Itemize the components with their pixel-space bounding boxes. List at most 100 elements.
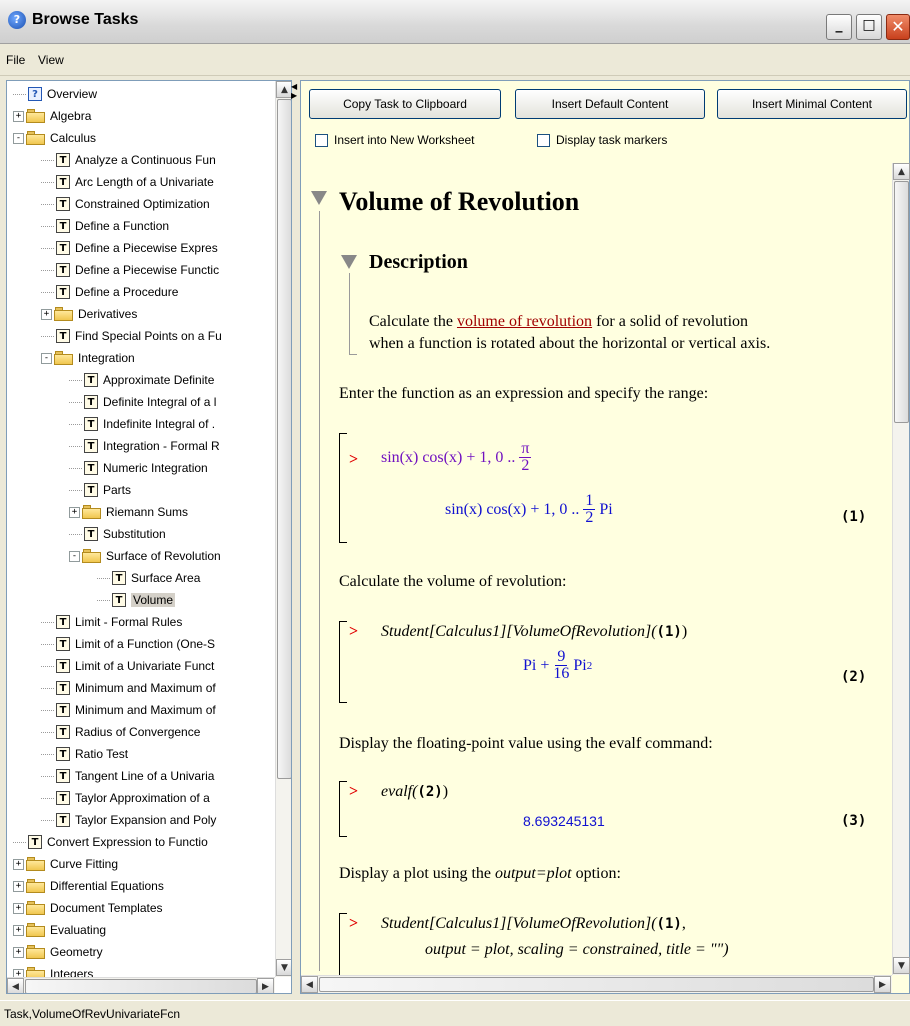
- tree-task-item[interactable]: T Limit of a Function (One-S: [41, 633, 215, 655]
- splitter-collapse-icon[interactable]: ◀ ▶: [291, 82, 300, 102]
- input-3[interactable]: evalf((2)): [381, 783, 448, 801]
- tree-folder-item[interactable]: + Algebra: [13, 105, 91, 127]
- tree-task-item[interactable]: T Analyze a Continuous Fun: [41, 149, 216, 171]
- checkbox-icon[interactable]: [315, 133, 328, 147]
- tree-task-item[interactable]: T Define a Function: [41, 215, 169, 237]
- expand-icon[interactable]: +: [13, 880, 24, 892]
- tree-task-item[interactable]: T Ratio Test: [41, 743, 128, 765]
- checkbox-icon[interactable]: [537, 133, 550, 147]
- tree-task-item[interactable]: T Integration - Formal R: [69, 435, 220, 457]
- worksheet-content[interactable]: Volume of Revolution Description Calcula…: [301, 163, 893, 975]
- insert-new-worksheet-checkbox[interactable]: Insert into New Worksheet: [315, 133, 475, 147]
- input-1[interactable]: sin(x) cos(x) + 1, 0 .. π2: [381, 441, 532, 474]
- tree-task-item[interactable]: T Define a Piecewise Expres: [41, 237, 218, 259]
- description-line-1: Calculate the volume of revolution for a…: [369, 313, 748, 331]
- tree-folder-item[interactable]: + Curve Fitting: [13, 853, 118, 875]
- tree-task-item[interactable]: T Find Special Points on a Fu: [41, 325, 222, 347]
- expand-icon[interactable]: +: [69, 506, 80, 518]
- tree-task-item[interactable]: T Define a Procedure: [41, 281, 178, 303]
- tree-horizontal-scrollbar[interactable]: ◀ ▶: [7, 977, 275, 993]
- worksheet-horizontal-scrollbar[interactable]: ◀ ▶: [301, 975, 892, 993]
- tree-item-label: Document Templates: [50, 901, 163, 915]
- worksheet-scroll-thumb[interactable]: [894, 181, 909, 423]
- tree-task-item[interactable]: T Volume: [97, 589, 176, 611]
- worksheet-hscroll-thumb[interactable]: [319, 977, 874, 992]
- expand-icon[interactable]: +: [13, 110, 24, 122]
- tree-task-item[interactable]: T Parts: [69, 479, 131, 501]
- tree-task-item[interactable]: T Numeric Integration: [69, 457, 208, 479]
- collapse-icon[interactable]: -: [13, 132, 24, 144]
- tree-folder-item[interactable]: + Derivatives: [41, 303, 137, 325]
- menu-bar: File View: [0, 44, 910, 76]
- tree-task-item[interactable]: T Approximate Definite: [69, 369, 214, 391]
- task-tree[interactable]: ? Overview + Algebra - Calculus T Analyze a Con…: [6, 80, 292, 994]
- input-prompt[interactable]: >: [349, 915, 358, 933]
- collapse-icon[interactable]: -: [69, 550, 80, 562]
- scroll-left-icon[interactable]: ◀: [301, 976, 318, 993]
- tree-connector: [41, 159, 54, 161]
- section-collapse-icon[interactable]: [311, 191, 327, 205]
- tree-task-item[interactable]: T Indefinite Integral of .: [69, 413, 215, 435]
- tree-task-item[interactable]: T Minimum and Maximum of: [41, 699, 216, 721]
- tree-task-item[interactable]: T Constrained Optimization: [41, 193, 210, 215]
- scroll-right-icon[interactable]: ▶: [257, 978, 274, 993]
- scroll-down-icon[interactable]: ▼: [893, 957, 910, 974]
- tree-task-item[interactable]: T Radius of Convergence: [41, 721, 200, 743]
- tree-vertical-scrollbar[interactable]: ▲ ▼: [275, 81, 291, 977]
- tree-folder-item[interactable]: - Calculus: [13, 127, 96, 149]
- scroll-left-icon[interactable]: ◀: [7, 978, 24, 993]
- scroll-down-icon[interactable]: ▼: [276, 959, 291, 976]
- collapse-icon[interactable]: -: [41, 352, 52, 364]
- tree-hscroll-thumb[interactable]: [25, 979, 257, 993]
- subsection-rule-foot: [349, 354, 357, 355]
- tree-task-item[interactable]: T Limit of a Univariate Funct: [41, 655, 214, 677]
- expand-icon[interactable]: +: [13, 858, 24, 870]
- tree-folder-item[interactable]: - Integration: [41, 347, 135, 369]
- expand-icon[interactable]: +: [13, 902, 24, 914]
- tree-folder-item[interactable]: + Differential Equations: [13, 875, 164, 897]
- volume-of-revolution-link[interactable]: volume of revolution: [457, 313, 592, 330]
- menu-view[interactable]: View: [38, 53, 64, 67]
- copy-task-button[interactable]: Copy Task to Clipboard: [309, 89, 501, 119]
- input-4[interactable]: Student[Calculus1][VolumeOfRevolution]((…: [381, 915, 686, 933]
- tree-task-item[interactable]: T Convert Expression to Functio: [13, 831, 208, 853]
- display-task-markers-checkbox[interactable]: Display task markers: [537, 133, 667, 147]
- menu-file[interactable]: File: [6, 53, 25, 67]
- title-bar[interactable]: ? Browse Tasks _ □ ✕: [0, 0, 910, 44]
- expand-icon[interactable]: +: [13, 924, 24, 936]
- tree-task-item[interactable]: T Limit - Formal Rules: [41, 611, 182, 633]
- tree-task-item[interactable]: T Surface Area: [97, 567, 200, 589]
- tree-task-item[interactable]: T Taylor Approximation of a: [41, 787, 210, 809]
- insert-minimal-content-button[interactable]: Insert Minimal Content: [717, 89, 907, 119]
- tree-folder-item[interactable]: + Evaluating: [13, 919, 106, 941]
- tree-task-item[interactable]: T Tangent Line of a Univaria: [41, 765, 214, 787]
- tree-task-item[interactable]: T Definite Integral of a l: [69, 391, 216, 413]
- input-prompt[interactable]: >: [349, 783, 358, 801]
- input-prompt[interactable]: >: [349, 623, 358, 641]
- tree-folder-item[interactable]: + Riemann Sums: [69, 501, 188, 523]
- output-2-post: Pi: [573, 656, 587, 674]
- scroll-right-icon[interactable]: ▶: [874, 976, 891, 993]
- input-prompt[interactable]: >: [349, 451, 358, 469]
- scroll-up-icon[interactable]: ▲: [893, 163, 910, 180]
- tree-folder-item[interactable]: + Document Templates: [13, 897, 163, 919]
- tree-task-item[interactable]: T Define a Piecewise Functic: [41, 259, 219, 281]
- close-button[interactable]: ✕: [886, 14, 910, 40]
- maximize-button[interactable]: □: [856, 14, 882, 40]
- insert-default-content-button[interactable]: Insert Default Content: [515, 89, 705, 119]
- tree-folder-item[interactable]: + Geometry: [13, 941, 103, 963]
- tree-task-item[interactable]: T Minimum and Maximum of: [41, 677, 216, 699]
- tree-task-item[interactable]: T Arc Length of a Univariate: [41, 171, 214, 193]
- tree-folder-item[interactable]: - Surface of Revolution: [69, 545, 221, 567]
- tree-task-item[interactable]: T Taylor Expansion and Poly: [41, 809, 216, 831]
- expand-icon[interactable]: +: [41, 308, 52, 320]
- worksheet-vertical-scrollbar[interactable]: ▲ ▼: [892, 163, 910, 975]
- subsection-collapse-icon[interactable]: [341, 255, 357, 269]
- input-2[interactable]: Student[Calculus1][VolumeOfRevolution]((…: [381, 623, 687, 641]
- scroll-up-icon[interactable]: ▲: [276, 81, 291, 98]
- minimize-button[interactable]: _: [826, 14, 852, 40]
- expand-icon[interactable]: +: [13, 946, 24, 958]
- tree-task-item[interactable]: T Substitution: [69, 523, 166, 545]
- tree-overview-item[interactable]: ? Overview: [13, 83, 97, 105]
- tree-scroll-thumb[interactable]: [277, 99, 291, 779]
